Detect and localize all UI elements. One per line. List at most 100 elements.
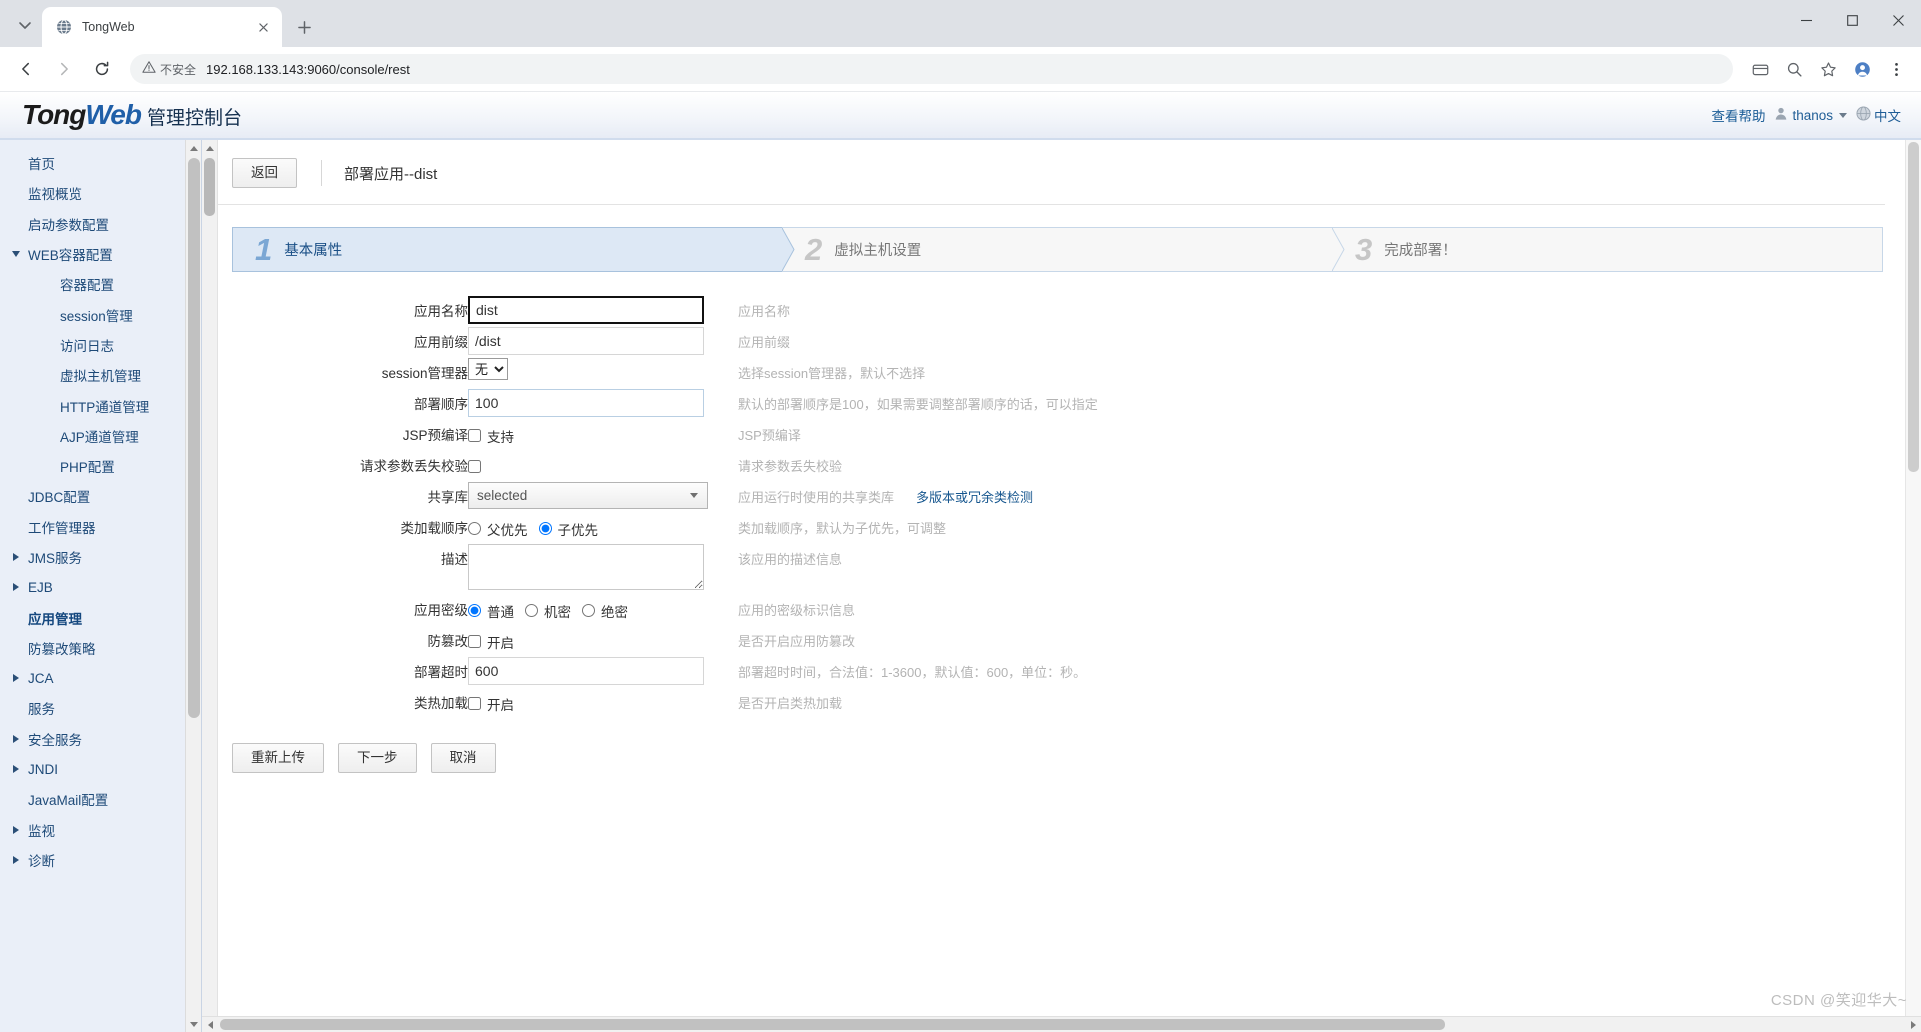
- address-bar[interactable]: 不安全 192.168.133.143:9060/console/rest: [130, 54, 1733, 84]
- reload-icon[interactable]: [86, 53, 118, 85]
- sidebar-item-13[interactable]: JMS服务: [0, 542, 201, 572]
- sidebar-item-1[interactable]: 监视概览: [0, 178, 201, 208]
- content-scroll-up-arrow-icon[interactable]: [202, 140, 218, 156]
- sidebar-item-9[interactable]: AJP通道管理: [0, 421, 201, 451]
- description-textarea[interactable]: [468, 544, 704, 591]
- app-prefix-input[interactable]: [468, 327, 704, 356]
- next-step-button[interactable]: 下一步: [338, 743, 417, 774]
- sidebar-scroll-thumb[interactable]: [188, 158, 200, 718]
- hot-reload-checkbox-wrap[interactable]: 开启: [468, 694, 514, 714]
- multi-version-check-link[interactable]: 多版本或冗余类检测: [916, 490, 1033, 505]
- chevron-down-icon: [1839, 112, 1847, 118]
- sidebar-item-14[interactable]: EJB: [0, 572, 201, 602]
- scroll-left-arrow-icon[interactable]: [202, 1017, 218, 1032]
- minimize-icon[interactable]: [1783, 0, 1829, 40]
- sidebar-item-7[interactable]: 虚拟主机管理: [0, 360, 201, 390]
- content-scroll-thumb[interactable]: [204, 158, 215, 216]
- sidebar-item-16[interactable]: 防篡改策略: [0, 633, 201, 663]
- reupload-button[interactable]: 重新上传: [232, 743, 324, 774]
- secrecy-level-radio-0[interactable]: [468, 604, 481, 618]
- class-load-order-option-0[interactable]: 父优先: [468, 519, 528, 539]
- page-title: 部署应用--dist: [344, 165, 438, 183]
- sidebar-item-0[interactable]: 首页: [0, 148, 201, 178]
- payment-card-icon[interactable]: [1745, 54, 1775, 84]
- close-window-icon[interactable]: [1875, 0, 1921, 40]
- profile-icon[interactable]: [1847, 54, 1877, 84]
- browser-tab[interactable]: TongWeb: [42, 7, 282, 47]
- sidebar-item-22[interactable]: 监视: [0, 815, 201, 845]
- forward-arrow-icon[interactable]: [48, 53, 80, 85]
- bookmark-star-icon[interactable]: [1813, 54, 1843, 84]
- sidebar-item-23[interactable]: 诊断: [0, 845, 201, 875]
- sidebar-item-20[interactable]: JNDI: [0, 754, 201, 784]
- zoom-icon[interactable]: [1779, 54, 1809, 84]
- wizard-step-1[interactable]: 1 基本属性: [232, 227, 795, 273]
- sidebar-item-11[interactable]: JDBC配置: [0, 481, 201, 511]
- sidebar-item-19[interactable]: 安全服务: [0, 724, 201, 754]
- language-switcher[interactable]: 中文: [1856, 105, 1901, 125]
- jsp-precompile-checkbox-wrap[interactable]: 支持: [468, 426, 514, 446]
- new-tab-button[interactable]: [290, 13, 318, 41]
- wizard-step-3[interactable]: 3 完成部署！: [1332, 227, 1883, 273]
- app-name-input[interactable]: [468, 296, 704, 325]
- horizontal-scroll-thumb[interactable]: [220, 1019, 1445, 1030]
- scroll-up-arrow-icon[interactable]: [186, 140, 201, 156]
- content-left-scrollbar[interactable]: [202, 140, 218, 1016]
- close-icon[interactable]: [254, 18, 272, 36]
- anti-tamper-checkbox-wrap[interactable]: 开启: [468, 632, 514, 652]
- wizard-step-2[interactable]: 2 虚拟主机设置: [782, 227, 1345, 273]
- tab-search-button[interactable]: [8, 8, 42, 42]
- sidebar-item-4[interactable]: 容器配置: [0, 269, 201, 299]
- class-load-order-radio-1[interactable]: [538, 522, 552, 536]
- label-app-name: 应用名称: [414, 304, 468, 320]
- wizard-step-number: 3: [1355, 232, 1373, 268]
- user-menu[interactable]: thanos: [1774, 106, 1847, 124]
- sidebar-item-18[interactable]: 服务: [0, 693, 201, 723]
- horizontal-scrollbar[interactable]: [202, 1016, 1921, 1032]
- back-button[interactable]: 返回: [232, 158, 297, 189]
- hint-secrecy-level: 应用的密级标识信息: [738, 603, 856, 619]
- sidebar-item-12[interactable]: 工作管理器: [0, 512, 201, 542]
- menu-kebab-icon[interactable]: [1881, 54, 1911, 84]
- sidebar-item-6[interactable]: 访问日志: [0, 330, 201, 360]
- sidebar-item-15[interactable]: 应用管理: [0, 602, 201, 632]
- sidebar-item-8[interactable]: HTTP通道管理: [0, 390, 201, 420]
- deploy-timeout-input[interactable]: [468, 657, 704, 686]
- back-arrow-icon[interactable]: [10, 53, 42, 85]
- sidebar-item-5[interactable]: session管理: [0, 299, 201, 329]
- hot-reload-checkbox[interactable]: [468, 697, 481, 711]
- page-scroll-thumb[interactable]: [1908, 142, 1919, 472]
- sidebar-item-10[interactable]: PHP配置: [0, 451, 201, 481]
- class-load-order-radio-0[interactable]: [468, 522, 481, 536]
- secrecy-level-option-0[interactable]: 普通: [468, 601, 514, 621]
- page-vertical-scrollbar[interactable]: [1905, 140, 1921, 1016]
- session-manager-select[interactable]: 无: [468, 358, 508, 381]
- param-loss-check-checkbox[interactable]: [468, 460, 481, 474]
- secrecy-level-option-1[interactable]: 机密: [525, 601, 571, 621]
- secrecy-level-radio-1[interactable]: [525, 604, 538, 618]
- deploy-order-input[interactable]: [468, 389, 704, 418]
- scroll-down-arrow-icon[interactable]: [186, 1016, 201, 1032]
- app-header: Tong Web 管理控制台 查看帮助 thanos 中文: [0, 92, 1921, 140]
- scroll-right-arrow-icon[interactable]: [1905, 1017, 1921, 1032]
- label-description: 描述: [441, 552, 468, 568]
- sidebar-item-3[interactable]: WEB容器配置: [0, 239, 201, 269]
- sidebar-item-21[interactable]: JavaMail配置: [0, 784, 201, 814]
- security-status-chip[interactable]: 不安全: [142, 60, 196, 79]
- sidebar-item-2[interactable]: 启动参数配置: [0, 209, 201, 239]
- jsp-precompile-checkbox[interactable]: [468, 429, 481, 443]
- sidebar-item-17[interactable]: JCA: [0, 663, 201, 693]
- maximize-icon[interactable]: [1829, 0, 1875, 40]
- sidebar-scrollbar[interactable]: [185, 140, 201, 1032]
- label-shared-lib: 共享库: [427, 490, 469, 506]
- secrecy-level-radio-2[interactable]: [582, 604, 595, 618]
- shared-lib-select[interactable]: selected: [468, 482, 708, 510]
- form-row-hot-reload: 类热加载 开启 是否开启类热加载: [218, 688, 1905, 719]
- secrecy-level-option-2[interactable]: 绝密: [582, 601, 628, 621]
- cancel-button[interactable]: 取消: [430, 743, 496, 774]
- hint-class-load-order: 类加载顺序，默认为子优先，可调整: [738, 521, 947, 537]
- help-link[interactable]: 查看帮助: [1711, 105, 1765, 125]
- class-load-order-option-1[interactable]: 子优先: [538, 519, 598, 539]
- anti-tamper-checkbox[interactable]: [468, 635, 481, 649]
- hint-app-prefix: 应用前缀: [738, 335, 791, 351]
